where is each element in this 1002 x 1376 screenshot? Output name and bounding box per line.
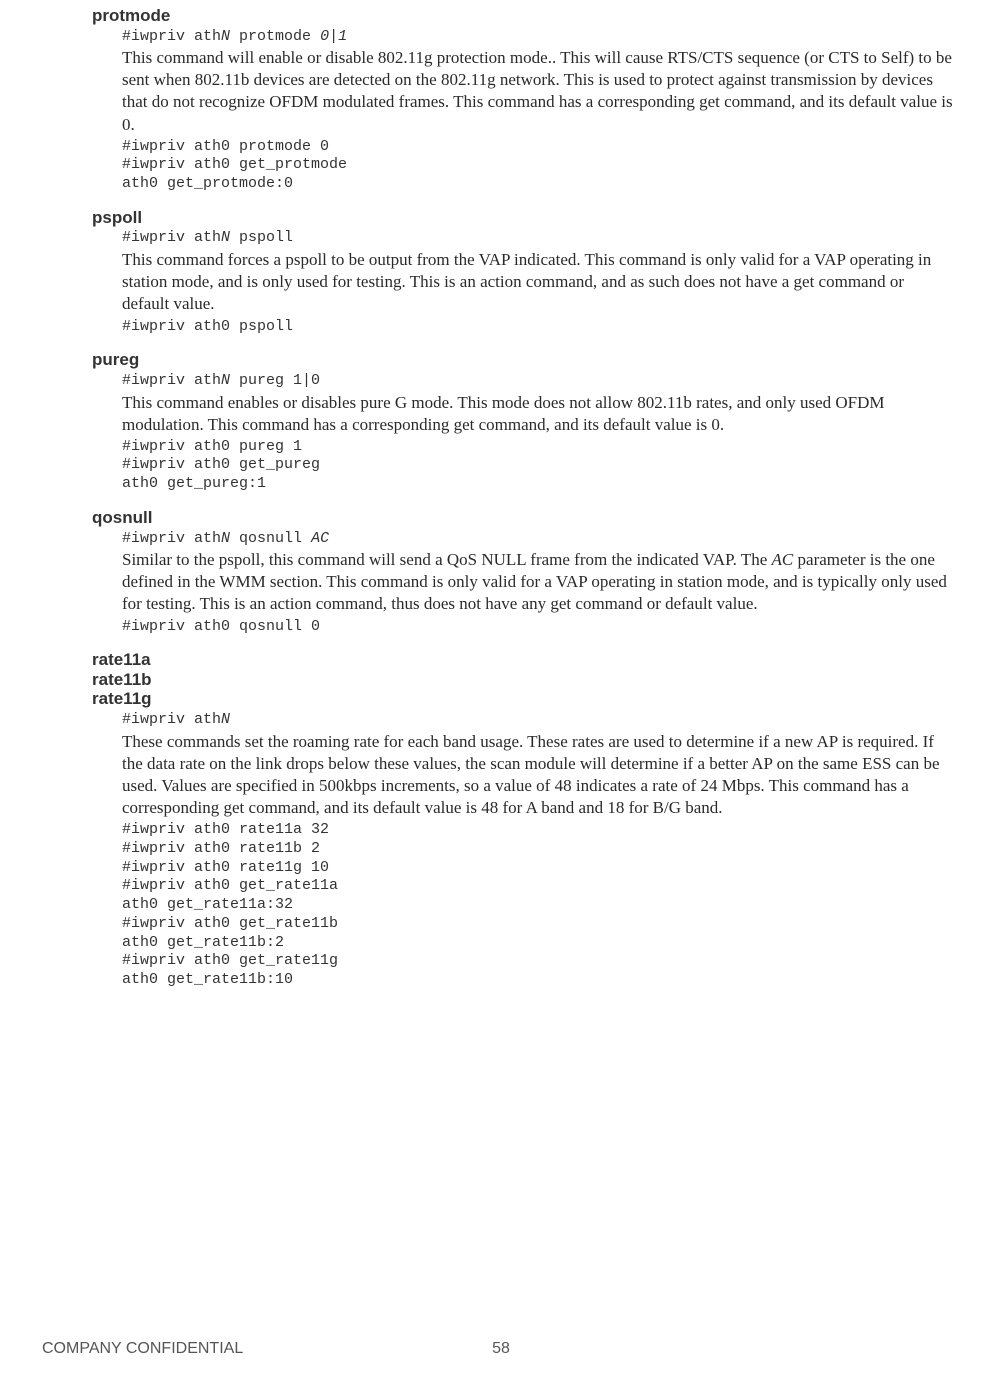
syntax-line: #iwpriv athN pspoll (122, 229, 954, 248)
syntax-line: #iwpriv athN qosnull AC (122, 530, 954, 549)
section-pureg: pureg #iwpriv athN pureg 1|0 This comman… (92, 350, 954, 494)
section-content: #iwpriv athN These commands set the roam… (122, 711, 954, 990)
syntax-line: #iwpriv athN (122, 711, 954, 730)
description: This command enables or disables pure G … (122, 392, 954, 436)
description: This command will enable or disable 802.… (122, 47, 954, 135)
description: Similar to the pspoll, this command will… (122, 549, 954, 615)
section-title: rate11g (92, 689, 954, 709)
section-qosnull: qosnull #iwpriv athN qosnull AC Similar … (92, 508, 954, 636)
page-body: protmode #iwpriv athN protmode 0|1 This … (0, 0, 1002, 990)
description: These commands set the roaming rate for … (122, 731, 954, 819)
footer-confidential: COMPANY CONFIDENTIAL (42, 1340, 243, 1358)
section-content: #iwpriv athN pspoll This command forces … (122, 229, 954, 336)
section-title: pureg (92, 350, 954, 370)
section-title: pspoll (92, 208, 954, 228)
section-title: qosnull (92, 508, 954, 528)
section-rate11: rate11a rate11b rate11g #iwpriv athN The… (92, 650, 954, 990)
section-pspoll: pspoll #iwpriv athN pspoll This command … (92, 208, 954, 336)
syntax-line: #iwpriv athN pureg 1|0 (122, 372, 954, 391)
section-content: #iwpriv athN protmode 0|1 This command w… (122, 28, 954, 194)
example-block: #iwpriv ath0 qosnull 0 (122, 618, 954, 637)
section-content: #iwpriv athN pureg 1|0 This command enab… (122, 372, 954, 494)
example-block: #iwpriv ath0 pureg 1 #iwpriv ath0 get_pu… (122, 438, 954, 494)
footer-page-number: 58 (492, 1340, 510, 1358)
section-title: rate11b (92, 670, 954, 690)
description: This command forces a pspoll to be outpu… (122, 249, 954, 315)
section-title: rate11a (92, 650, 954, 670)
section-protmode: protmode #iwpriv athN protmode 0|1 This … (92, 6, 954, 194)
syntax-line: #iwpriv athN protmode 0|1 (122, 28, 954, 47)
section-content: #iwpriv athN qosnull AC Similar to the p… (122, 530, 954, 637)
example-block: #iwpriv ath0 pspoll (122, 318, 954, 337)
page-footer: COMPANY CONFIDENTIAL 58 (42, 1340, 960, 1358)
example-block: #iwpriv ath0 protmode 0 #iwpriv ath0 get… (122, 138, 954, 194)
section-title: protmode (92, 6, 954, 26)
example-block: #iwpriv ath0 rate11a 32 #iwpriv ath0 rat… (122, 821, 954, 990)
